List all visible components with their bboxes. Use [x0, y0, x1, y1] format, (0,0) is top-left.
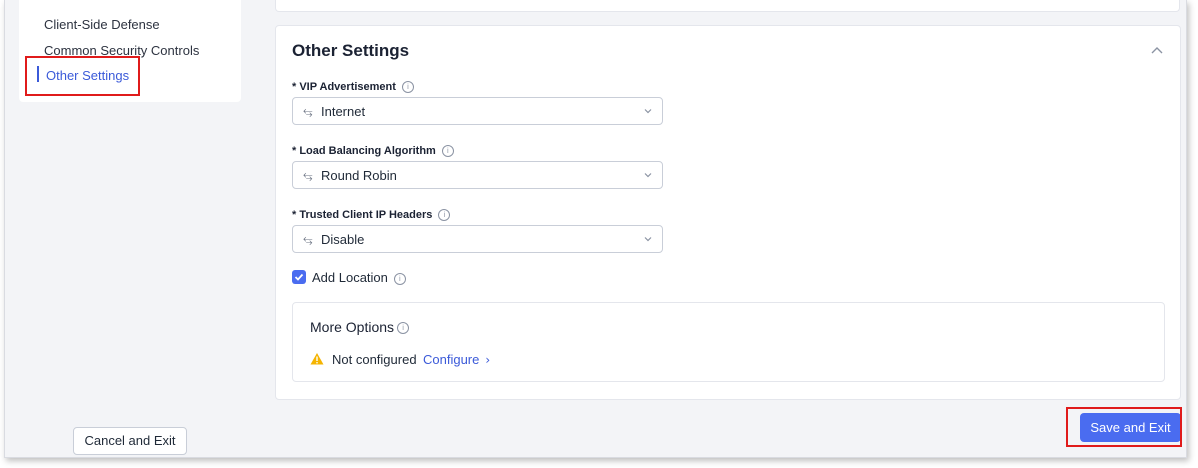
more-options-title: More Options i	[310, 319, 410, 335]
trusted-client-ip-value: Disable	[321, 232, 365, 247]
warning-icon	[310, 353, 324, 365]
sidebar-nav: Client-Side Defense Common Security Cont…	[19, 0, 241, 102]
load-balancing-label: * Load Balancing Algorithm i	[292, 145, 454, 158]
section-title: Other Settings	[292, 41, 410, 60]
sidebar-item-client-side-defense[interactable]: Client-Side Defense	[44, 17, 160, 32]
add-location-checkbox[interactable]	[292, 270, 306, 284]
vip-advertisement-label: * VIP Advertisement i	[292, 81, 414, 94]
other-settings-card: Other Settings * VIP Advertisement i ⥃ In…	[275, 25, 1181, 400]
cancel-and-exit-button[interactable]: Cancel and Exit	[73, 427, 187, 455]
sidebar-item-other-settings[interactable]: Other Settings	[46, 68, 129, 83]
active-indicator	[37, 66, 39, 82]
vip-advertisement-select[interactable]: ⥃ Internet	[292, 97, 663, 125]
configure-link[interactable]: Configure ›	[423, 352, 490, 367]
chevron-down-icon	[644, 109, 652, 114]
save-and-exit-button[interactable]: Save and Exit	[1080, 413, 1181, 442]
load-balancing-value: Round Robin	[321, 168, 397, 183]
branch-icon: ⥃	[303, 168, 313, 182]
trusted-client-ip-label-text: * Trusted Client IP Headers	[292, 209, 433, 221]
chevron-right-icon: ›	[485, 353, 491, 367]
checkmark-icon	[294, 273, 304, 281]
branch-icon: ⥃	[303, 104, 313, 118]
load-balancing-label-text: * Load Balancing Algorithm	[292, 145, 436, 157]
chevron-down-icon	[644, 237, 652, 242]
more-options-title-text: More Options	[310, 319, 395, 335]
add-location-label: Add Location i	[312, 270, 406, 285]
chevron-up-icon[interactable]	[1150, 44, 1164, 56]
info-icon[interactable]: i	[397, 322, 410, 335]
chevron-down-icon	[644, 173, 652, 178]
info-icon[interactable]: i	[438, 209, 451, 222]
load-balancing-select[interactable]: ⥃ Round Robin	[292, 161, 663, 189]
sidebar-item-common-security-controls[interactable]: Common Security Controls	[44, 43, 199, 58]
trusted-client-ip-label: * Trusted Client IP Headers i	[292, 209, 451, 222]
add-location-label-text: Add Location	[312, 270, 388, 285]
info-icon[interactable]: i	[441, 145, 454, 158]
vip-advertisement-value: Internet	[321, 104, 366, 119]
vip-advertisement-label-text: * VIP Advertisement	[292, 81, 396, 93]
branch-icon: ⥃	[303, 232, 313, 246]
not-configured-status: Not configured	[332, 352, 417, 367]
configure-link-text: Configure	[423, 352, 480, 367]
more-options-panel: More Options i Not configured Configure ›	[292, 302, 1165, 382]
trusted-client-ip-select[interactable]: ⥃ Disable	[292, 225, 663, 253]
previous-section-card	[275, 0, 1180, 12]
info-icon[interactable]: i	[401, 81, 414, 94]
info-icon[interactable]: i	[393, 272, 406, 285]
app-window: Client-Side Defense Common Security Cont…	[4, 0, 1187, 458]
